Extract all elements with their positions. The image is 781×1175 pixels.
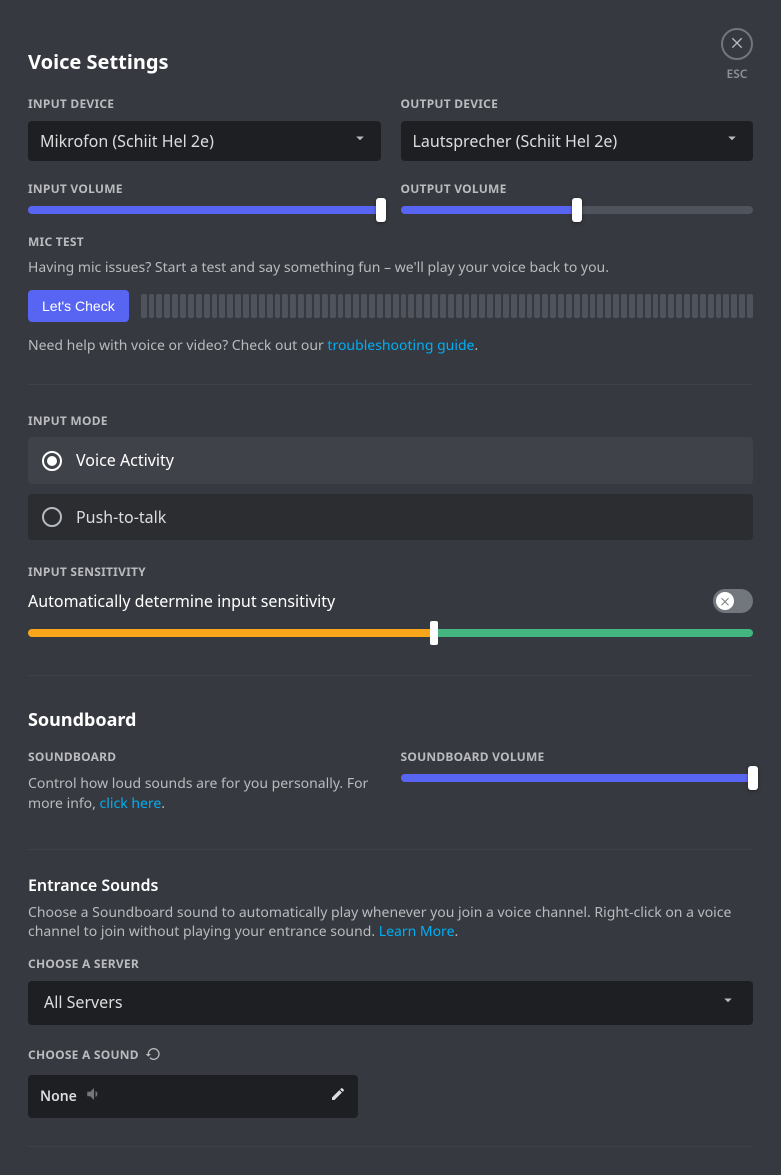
input-device-label: Input Device [28,96,381,113]
input-device-value: Mikrofon (Schiit Hel 2e) [40,130,214,152]
chevron-down-icon [723,129,741,152]
mic-help-text: Need help with voice or video? Check out… [28,336,753,356]
input-mode-label: Input Mode [28,413,753,430]
slider-fill [401,774,754,782]
soundboard-desc-prefix: Control how loud sounds are for you pers… [28,774,368,813]
choose-sound-label: Choose a Sound [28,1047,139,1064]
mic-level-meter [141,294,753,318]
input-mode-option-label: Voice Activity [76,449,174,471]
soundboard-volume-label: Soundboard Volume [401,749,754,766]
output-volume-slider[interactable] [401,206,754,214]
device-row: Input Device Mikrofon (Schiit Hel 2e) Ou… [28,96,753,161]
input-device-select[interactable]: Mikrofon (Schiit Hel 2e) [28,121,381,161]
soundboard-info-link[interactable]: click here [100,794,162,813]
output-volume-label: Output Volume [401,181,754,198]
slider-fill [28,206,381,214]
entrance-desc: Choose a Soundboard sound to automatical… [28,903,753,942]
input-sensitivity-section: Input Sensitivity Automatically determin… [28,564,753,637]
output-device-select[interactable]: Lautsprecher (Schiit Hel 2e) [401,121,754,161]
close-icon [719,590,731,612]
choose-server-label: Choose a Server [28,956,753,973]
entrance-learn-more-link[interactable]: Learn More [379,922,455,941]
mic-help-suffix: . [474,336,478,355]
input-volume-label: Input Volume [28,181,381,198]
input-sensitivity-label: Input Sensitivity [28,564,753,581]
slider-knob[interactable] [748,766,758,790]
divider [28,849,753,850]
input-mode-option-label: Push-to-talk [76,506,166,528]
input-mode-section: Input Mode Voice Activity Push-to-talk [28,413,753,541]
soundboard-title: Soundboard [28,708,753,733]
slider-knob[interactable] [572,198,582,222]
mic-test-desc: Having mic issues? Start a test and say … [28,258,753,278]
server-select[interactable]: All Servers [28,981,753,1025]
mic-help-prefix: Need help with voice or video? Check out… [28,336,327,355]
close-icon [729,33,745,55]
input-mode-group: Voice Activity Push-to-talk [28,437,753,540]
entrance-desc-suffix: . [454,922,458,941]
restore-icon[interactable] [145,1045,161,1067]
mic-test-section: Mic Test Having mic issues? Start a test… [28,234,753,356]
close-button[interactable] [721,28,753,60]
chevron-down-icon [719,991,737,1014]
speaker-icon [85,1085,103,1109]
soundboard-label: Soundboard [28,749,381,766]
soundboard-desc: Control how loud sounds are for you pers… [28,774,381,813]
input-mode-option[interactable]: Voice Activity [28,437,753,483]
esc-label: ESC [727,66,748,83]
mic-test-button[interactable]: Let's Check [28,290,129,322]
input-mode-option[interactable]: Push-to-talk [28,494,753,540]
radio-icon [42,451,62,471]
volume-row: Input Volume Output Volume [28,181,753,214]
auto-sensitivity-toggle[interactable] [713,589,753,613]
voice-settings-page: ESC Voice Settings Input Device Mikrofon… [0,0,781,1175]
slider-fill [401,206,577,214]
sensitivity-slider[interactable] [28,629,753,637]
page-title: Voice Settings [28,48,753,76]
soundboard-row: Soundboard Control how loud sounds are f… [28,749,753,825]
close-control: ESC [717,28,757,83]
divider [28,384,753,385]
soundboard-volume-slider[interactable] [401,774,754,782]
input-volume-slider[interactable] [28,206,381,214]
soundboard-desc-suffix: . [161,794,165,813]
output-device-value: Lautsprecher (Schiit Hel 2e) [413,130,618,152]
sensitivity-left-bar [28,629,434,637]
sensitivity-right-bar [434,629,753,637]
pencil-icon[interactable] [330,1085,346,1107]
entrance-title: Entrance Sounds [28,874,753,896]
entrance-sound-select[interactable]: None [28,1075,358,1119]
output-device-label: Output Device [401,96,754,113]
toggle-thumb [716,592,734,610]
chevron-down-icon [351,129,369,152]
divider [28,1146,753,1147]
mic-test-label: Mic Test [28,234,753,251]
server-value: All Servers [44,991,122,1013]
troubleshooting-link[interactable]: troubleshooting guide [327,336,474,355]
sensitivity-knob[interactable] [430,621,438,645]
radio-icon [42,507,62,527]
auto-sensitivity-label: Automatically determine input sensitivit… [28,590,335,612]
divider [28,675,753,676]
slider-knob[interactable] [376,198,386,222]
